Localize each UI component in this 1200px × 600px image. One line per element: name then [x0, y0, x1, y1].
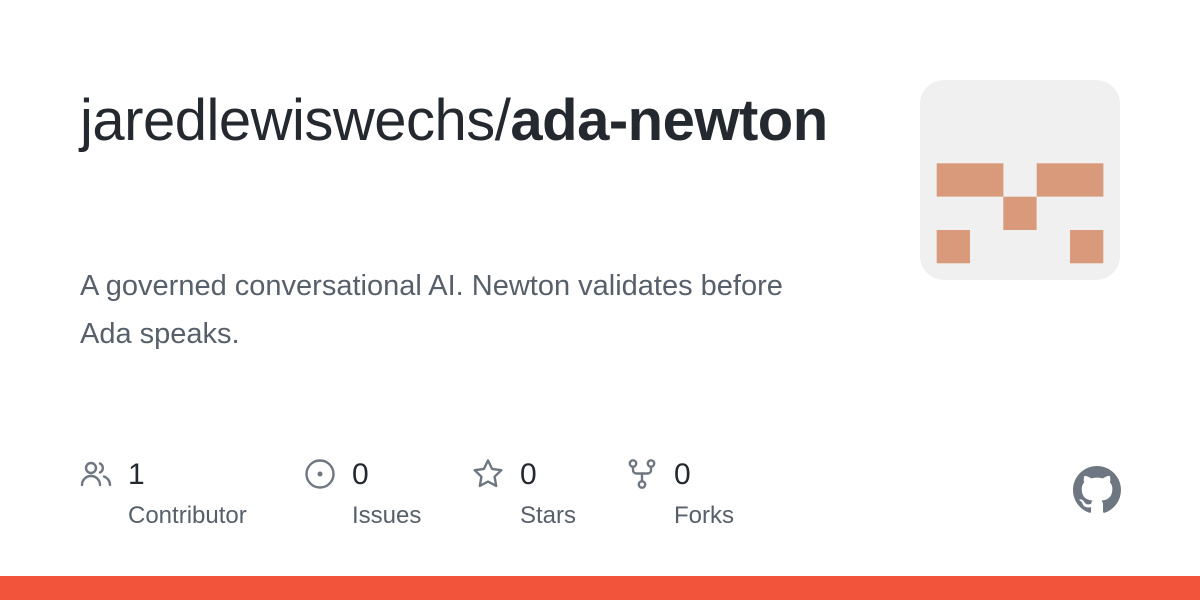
stat-label: Stars: [520, 502, 577, 529]
repo-description: A governed conversational AI. Newton val…: [80, 270, 783, 350]
stat-label: Contributor: [128, 502, 247, 529]
stat-count: 1: [128, 458, 145, 491]
repo-owner[interactable]: jaredlewiswechs/: [80, 88, 511, 153]
issue-opened-icon: [304, 458, 336, 490]
identicon-block: [936, 230, 970, 264]
stat-label: Forks: [674, 502, 734, 529]
identicon-pattern: [936, 163, 1104, 264]
people-icon: [80, 458, 112, 490]
stat-label: Issues: [352, 502, 422, 529]
owner-avatar[interactable]: [920, 80, 1120, 280]
star-icon: [472, 458, 504, 490]
repo-social-card: jaredlewiswechs/ada-newton A governed co…: [0, 0, 1200, 600]
repo-title[interactable]: jaredlewiswechs/ada-newton: [80, 86, 880, 156]
stat-count: 0: [520, 458, 537, 491]
stat-count: 0: [674, 458, 691, 491]
language-bar: [0, 576, 1200, 600]
github-logo-icon[interactable]: [1073, 466, 1121, 514]
identicon-block: [1003, 196, 1037, 230]
identicon-block: [936, 163, 1004, 197]
identicon-block: [1070, 230, 1104, 264]
repo-forked-icon: [626, 458, 658, 490]
identicon-block: [1036, 163, 1104, 197]
repo-name[interactable]: ada-newton: [510, 88, 828, 153]
stat-count: 0: [352, 458, 369, 491]
